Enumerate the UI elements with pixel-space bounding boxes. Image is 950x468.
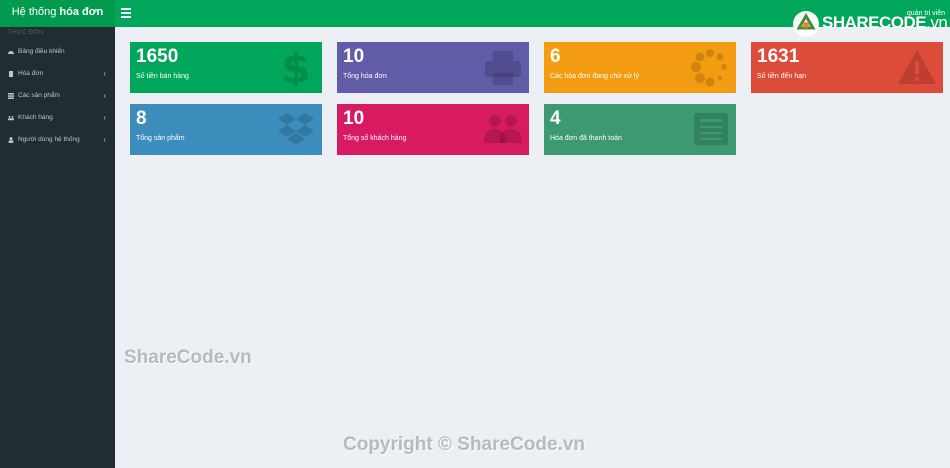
sidebar-item-system-users[interactable]: Người dùng hệ thống ‹ (0, 129, 115, 151)
sidebar-item-label: Khách hàng (18, 114, 53, 121)
sidebar-item-customers[interactable]: Khách hàng ‹ (0, 107, 115, 129)
sidebar-item-dashboard[interactable]: Bảng điều khiển (0, 41, 115, 63)
sidebar-item-label: Hóa đơn (18, 70, 44, 77)
tile-label: Số tiền đến hạn (757, 73, 807, 80)
brand-name-main: SHARECODE (822, 13, 927, 32)
tile-value: 4 (550, 108, 561, 129)
tile-pending-invoices[interactable]: 6 Các hóa đơn đang chờ xử lý (544, 42, 736, 93)
spinner-icon (691, 49, 727, 87)
tile-total-invoices[interactable]: 10 Tổng hóa đơn (337, 42, 529, 93)
tile-label: Hóa đơn đã thanh toán (550, 135, 622, 142)
sidebar-section-label: THỰC ĐƠN (8, 30, 44, 36)
copyright-watermark: Copyright © ShareCode.vn (343, 434, 586, 455)
chevron-left-icon: ‹ (103, 135, 106, 144)
dropbox-icon (278, 113, 314, 145)
app-logo[interactable]: Hệ thống hóa đơn (0, 0, 115, 27)
chevron-left-icon: ‹ (103, 91, 106, 100)
tile-value: 8 (136, 108, 147, 129)
sidebar-toggle-icon[interactable] (121, 6, 131, 20)
svg-text:$: $ (281, 47, 310, 87)
sidebar-item-label: Các sản phẩm (18, 92, 60, 99)
tile-label: Tổng hóa đơn (343, 73, 387, 80)
users-icon (8, 115, 14, 121)
printer-icon (485, 51, 521, 85)
tile-label: Số tiền bán hàng (136, 73, 189, 80)
tile-value: 6 (550, 46, 561, 67)
brand-name: SHARECODE.vn (822, 13, 948, 33)
dashboard-icon (8, 51, 14, 54)
tile-value: 10 (343, 108, 365, 129)
tile-amount-due[interactable]: 1631 Số tiền đến hạn (751, 42, 943, 93)
tile-value: 1650 (136, 46, 179, 67)
tile-value: 10 (343, 46, 365, 67)
sidebar: THỰC ĐƠN Bảng điều khiển Hóa đơn ‹ Các s… (0, 27, 115, 468)
sidebar-item-invoices[interactable]: Hóa đơn ‹ (0, 63, 115, 85)
tile-label: Tổng số khách hàng (343, 135, 407, 142)
sidebar-item-products[interactable]: Các sản phẩm ‹ (0, 85, 115, 107)
user-icon (8, 137, 14, 143)
tile-label: Các hóa đơn đang chờ xử lý (550, 73, 639, 80)
chevron-left-icon: ‹ (103, 113, 106, 122)
app-title-bold: hóa đơn (59, 6, 104, 18)
tile-label: Tổng sản phẩm (136, 135, 185, 142)
file-icon (9, 71, 13, 77)
tile-total-customers[interactable]: 10 Tổng số khách hàng (337, 104, 529, 155)
watermark-text: ShareCode.vn (124, 347, 252, 368)
newspaper-icon (694, 113, 728, 145)
chevron-left-icon: ‹ (103, 69, 106, 78)
tile-total-products[interactable]: 8 Tổng sản phẩm (130, 104, 322, 155)
warning-icon (898, 50, 936, 84)
list-icon (8, 93, 14, 99)
brand-name-suffix: .vn (926, 13, 948, 32)
app-title-prefix: Hệ thống (11, 6, 60, 18)
tile-value: 1631 (757, 46, 800, 67)
tile-paid-invoices[interactable]: 4 Hóa đơn đã thanh toán (544, 104, 736, 155)
sidebar-item-label: Bảng điều khiển (18, 48, 65, 55)
tile-sales-amount[interactable]: 1650 Số tiền bán hàng $ (130, 42, 322, 93)
users-icon (484, 115, 522, 143)
sidebar-item-label: Người dùng hệ thống (18, 136, 80, 143)
dollar-icon: $ (281, 47, 310, 87)
